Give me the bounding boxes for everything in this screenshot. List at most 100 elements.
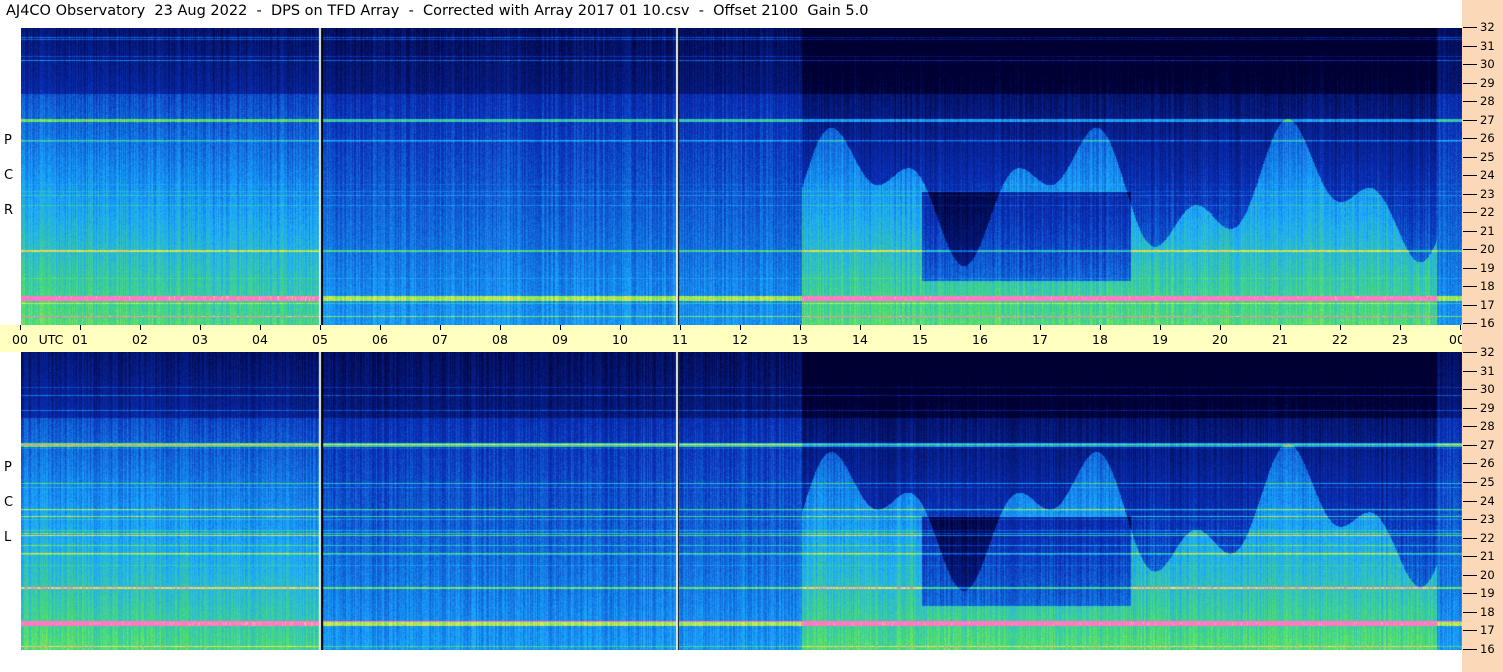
time-tick: [320, 325, 321, 330]
rcp-freq-tick: [1463, 45, 1477, 47]
lcp-freq-label: 30: [1480, 382, 1495, 397]
rcp-letter-r: P: [4, 133, 12, 148]
lcp-freq-label: 25: [1480, 474, 1495, 489]
rcp-freq-tick: [1463, 64, 1477, 65]
time-tick: [500, 325, 501, 330]
lcp-freq-label: 23: [1480, 512, 1495, 527]
time-label: 01: [72, 332, 88, 347]
time-tick: [1340, 325, 1341, 330]
time-tick: [260, 325, 261, 330]
rcp-freq-label: 16: [1480, 316, 1495, 330]
time-label: 13: [792, 332, 808, 347]
rcp-freq-tick: [1463, 138, 1477, 139]
time-label: 14: [852, 332, 868, 347]
lcp-freq-tick: [1463, 426, 1477, 428]
rcp-freq-tick: [1463, 249, 1477, 250]
lcp-freq-tick: [1463, 444, 1477, 446]
time-tick: [1100, 325, 1101, 330]
time-label: 06: [372, 332, 388, 347]
time-label: 19: [1152, 332, 1168, 347]
rcp-freq-label: 17: [1480, 297, 1495, 312]
time-label: 07: [432, 332, 448, 347]
rcp-freq-tick: [1463, 286, 1477, 287]
time-label: 17: [1032, 332, 1048, 347]
rcp-freq-label: 20: [1480, 242, 1495, 256]
time-label: 12: [732, 332, 748, 347]
lcp-freq-tick: [1463, 352, 1477, 353]
lcp-spectrogram: [21, 352, 1463, 650]
lcp-freq-tick: [1463, 574, 1477, 576]
time-label: 15: [912, 332, 928, 347]
rcp-freq-tick: [1463, 156, 1477, 158]
rcp-freq-tick: [1463, 212, 1477, 213]
lcp-freq-label: 27: [1480, 437, 1495, 452]
time-tick: [620, 325, 621, 330]
rcp-freq-tick: [1463, 193, 1477, 195]
time-tick: [1220, 325, 1221, 330]
lcp-freq-label: 17: [1480, 623, 1495, 638]
time-tick: [20, 325, 21, 330]
lcp-freq-label: 16: [1480, 642, 1495, 656]
rcp-freq-label: 29: [1480, 75, 1495, 90]
time-label: 00: [12, 332, 28, 347]
time-tick: [140, 325, 141, 330]
time-tick: [440, 325, 441, 330]
time-label: 11: [672, 332, 688, 347]
time-tick: [1460, 325, 1461, 330]
rcp-freq-label: 22: [1480, 205, 1495, 219]
rcp-freq-label: 25: [1480, 149, 1495, 164]
lcp-freq-label: 24: [1480, 493, 1495, 508]
lcp-freq-label: 18: [1480, 604, 1495, 619]
lcp-freq-label: 29: [1480, 400, 1495, 415]
time-label: 04: [252, 332, 268, 347]
time-label: 21: [1272, 332, 1288, 347]
rcp-freq-label: 23: [1480, 186, 1495, 201]
time-tick: [860, 325, 861, 330]
rcp-freq-label: 31: [1480, 38, 1495, 53]
time-tick: [200, 325, 201, 330]
rcp-freq-label: 24: [1480, 168, 1495, 182]
lcp-freq-tick: [1463, 407, 1477, 409]
lcp-freq-tick: [1463, 389, 1477, 391]
lcp-freq-label: 26: [1480, 456, 1495, 471]
lcp-freq-label: 22: [1480, 530, 1495, 545]
time-label: 05: [312, 332, 328, 347]
rcp-freq-label: 18: [1480, 279, 1495, 293]
lcp-freq-label: 19: [1480, 586, 1495, 601]
lcp-letter-l: P: [4, 460, 12, 475]
lcp-freq-label: 31: [1480, 363, 1495, 378]
lcp-freq-label: 32: [1480, 345, 1495, 359]
rcp-letter-p: R: [4, 203, 14, 218]
lcp-letter-p: L: [4, 530, 12, 545]
lcp-freq-tick: [1463, 500, 1477, 502]
rcp-freq-label: 30: [1480, 57, 1495, 71]
time-tick: [1280, 325, 1281, 330]
rcp-freq-label: 28: [1480, 94, 1495, 108]
lcp-freq-label: 28: [1480, 419, 1495, 434]
rcp-letter-c: C: [4, 168, 14, 183]
time-tick: [560, 325, 561, 330]
time-label: 16: [972, 332, 988, 347]
lcp-freq-tick: [1463, 537, 1477, 539]
rcp-freq-tick: [1463, 175, 1477, 176]
lcp-freq-tick: [1463, 481, 1477, 483]
lcp-freq-tick: [1463, 593, 1477, 595]
time-label: 22: [1332, 332, 1348, 347]
lcp-freq-tick: [1463, 630, 1477, 632]
time-tick: [800, 325, 801, 330]
lcp-freq-tick: [1463, 649, 1477, 650]
lcp-freq-label: 20: [1480, 567, 1495, 582]
rcp-freq-tick: [1463, 119, 1477, 121]
time-label: 02: [132, 332, 148, 347]
time-tick: [1040, 325, 1041, 330]
rcp-freq-label: 19: [1480, 260, 1495, 275]
lcp-freq-tick: [1463, 519, 1477, 521]
lcp-freq-label: 21: [1480, 549, 1495, 564]
rcp-freq-label: 32: [1480, 20, 1495, 34]
title: AJ4CO Observatory 23 Aug 2022 - DPS on T…: [6, 3, 869, 19]
time-tick: [980, 325, 981, 330]
rcp-freq-label: 26: [1480, 131, 1495, 145]
time-tick: [80, 325, 81, 330]
time-label: UTC: [38, 332, 64, 347]
time-label: 23: [1392, 332, 1408, 347]
